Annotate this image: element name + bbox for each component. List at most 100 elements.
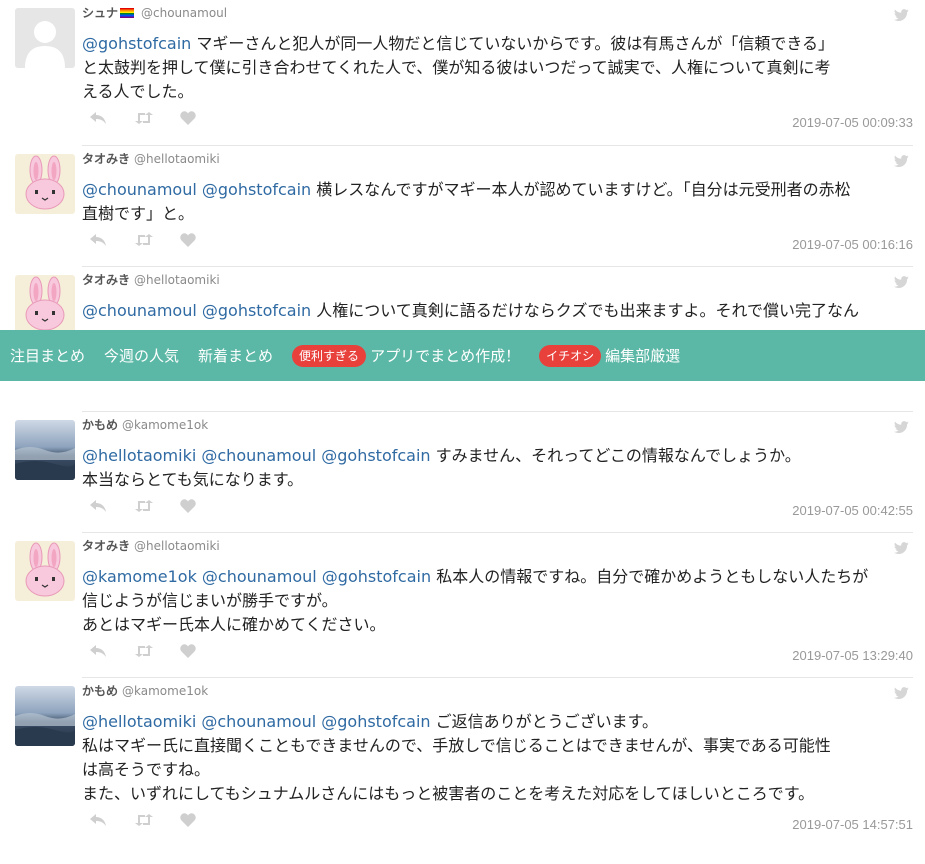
twitter-bird-icon[interactable] [893,418,909,433]
tweet-text: @chounamoul @gohstofcain 人権について真剣に語るだけなら… [82,299,917,323]
twitter-bird-icon[interactable] [893,684,909,699]
reply-icon[interactable] [90,812,135,828]
text-segment: ご返信ありがとうございます。 [430,712,659,731]
user-avatar[interactable] [15,8,75,68]
twitter-bird-icon[interactable] [893,6,909,21]
user-handle[interactable]: @kamome1ok [122,684,208,698]
like-icon[interactable] [180,643,225,659]
tweet-timestamp[interactable]: 2019-07-05 00:42:55 [792,503,913,518]
tweet-card: タオみき @hellotaomiki @chounamoul @gohstofcai… [0,146,925,267]
display-name[interactable]: タオみき [82,539,130,553]
reply-icon[interactable] [90,110,135,126]
retweet-icon[interactable] [135,110,180,126]
display-name[interactable]: シュナ [82,6,137,20]
tweet-actions [90,643,225,659]
text-segment: すみません、それってどこの情報なんでしょうか。 [430,446,801,465]
tweet-header: タオみき @hellotaomiki [82,150,220,167]
text-segment: 本当ならとても気になります。 [82,470,304,489]
tweet-text-line: 私はマギー氏に直接聞くこともできませんので、手放しで信じることはできませんが、事… [82,734,917,758]
twitter-bird-icon[interactable] [893,273,909,288]
text-segment: と太鼓判を押して僕に引き合わせてくれた人で、僕が知る彼はいつだって誠実で、人権に… [82,58,831,77]
user-avatar[interactable] [15,541,75,601]
reply-icon[interactable] [90,232,135,248]
user-handle[interactable]: @hellotaomiki [134,152,220,166]
user-avatar[interactable] [15,686,75,746]
user-avatar[interactable] [15,275,75,335]
nav-item-editor-pick[interactable]: イチオシ 編集部厳選 [539,344,681,367]
tweet-text-line: 本当ならとても気になります。 [82,468,917,492]
user-avatar[interactable] [15,154,75,214]
tweet-timestamp[interactable]: 2019-07-05 14:57:51 [792,817,913,832]
twitter-bird-icon[interactable] [893,152,909,167]
nav-item-app-create[interactable]: 便利すぎる アプリでまとめ作成！ [292,344,520,367]
rainbow-flag-icon [120,8,135,18]
nav-item-new[interactable]: 新着まとめ [198,345,273,366]
tweet-timestamp[interactable]: 2019-07-05 00:09:33 [792,115,913,130]
tweet-text-line: @kamome1ok @chounamoul @gohstofcain 私本人の… [82,565,917,589]
text-segment: える人でした。 [82,82,194,101]
nav-item-editor-pick-label: 編集部厳選 [605,347,681,365]
tweet-text-line: @hellotaomiki @chounamoul @gohstofcain ご… [82,710,917,734]
mention-link[interactable]: @chounamoul [82,180,197,199]
retweet-icon[interactable] [135,232,180,248]
tweet-actions [90,110,225,126]
twitter-bird-icon[interactable] [893,539,909,554]
text-segment: 私はマギー氏に直接聞くこともできませんので、手放しで信じることはできませんが、事… [82,736,831,755]
reply-icon[interactable] [90,643,135,659]
tweet-card: かもめ @kamome1ok @hellotaomiki @chounamoul @… [0,678,925,864]
tweet-timestamp[interactable]: 2019-07-05 13:29:40 [792,648,913,663]
tweet-header: タオみき @hellotaomiki [82,271,220,288]
tweet-card: タオみき @hellotaomiki @kamome1ok @chounamoul … [0,533,925,678]
user-handle[interactable]: @kamome1ok [122,418,208,432]
retweet-icon[interactable] [135,643,180,659]
display-name[interactable]: タオみき [82,152,130,166]
tweet-text-line: は高そうですね。 [82,758,917,782]
tweet-actions [90,498,225,514]
tweet-text-line: @hellotaomiki @chounamoul @gohstofcain す… [82,444,917,468]
reply-icon[interactable] [90,498,135,514]
display-name[interactable]: タオみき [82,273,130,287]
nav-item-weekly-popular[interactable]: 今週の人気 [104,345,179,366]
mention-link[interactable]: @kamome1ok [82,567,197,586]
tweet-text: @gohstofcain マギーさんと犯人が同一人物だと信じていないからです。彼… [82,32,917,104]
mention-link[interactable]: @gohstofcain [202,180,311,199]
mention-link[interactable]: @hellotaomiki [82,446,196,465]
user-handle[interactable]: @hellotaomiki [134,273,220,287]
mention-link[interactable]: @chounamoul [82,301,197,320]
mention-link[interactable]: @chounamoul [202,567,317,586]
tweet-text-line: @gohstofcain マギーさんと犯人が同一人物だと信じていないからです。彼… [82,32,917,56]
like-icon[interactable] [180,812,225,828]
tweet-text: @chounamoul @gohstofcain 横レスなんですがマギー本人が認… [82,178,917,226]
mention-link[interactable]: @chounamoul [201,712,316,731]
text-segment: 直樹です」と。 [82,204,195,223]
category-navbar: 注目まとめ 今週の人気 新着まとめ 便利すぎる アプリでまとめ作成！ イチオシ … [0,330,925,381]
nav-item-featured[interactable]: 注目まとめ [10,345,85,366]
text-segment: 人権について真剣に語るだけならクズでも出来ますよ。それで償い完了なん [311,301,859,320]
tweet-text-line: @chounamoul @gohstofcain 横レスなんですがマギー本人が認… [82,178,917,202]
user-handle[interactable]: @chounamoul [141,6,227,20]
like-icon[interactable] [180,110,225,126]
tweet-text-line: 信じようが信じまいが勝手ですが。 [82,589,917,613]
mention-link[interactable]: @hellotaomiki [82,712,196,731]
text-segment: また、いずれにしてもシュナムルさんにはもっと被害者のことを考えた対応をしてほしい… [82,784,815,803]
tweet-timestamp[interactable]: 2019-07-05 00:16:16 [792,237,913,252]
mention-link[interactable]: @gohstofcain [322,567,431,586]
mention-link[interactable]: @gohstofcain [82,34,191,53]
user-handle[interactable]: @hellotaomiki [134,539,220,553]
user-avatar[interactable] [15,420,75,480]
mention-link[interactable]: @gohstofcain [202,301,311,320]
like-icon[interactable] [180,498,225,514]
retweet-icon[interactable] [135,498,180,514]
tweet-actions [90,812,225,828]
like-icon[interactable] [180,232,225,248]
retweet-icon[interactable] [135,812,180,828]
mention-link[interactable]: @gohstofcain [321,712,430,731]
text-segment: 私本人の情報ですね。自分で確かめようともしない人たちが [431,567,869,586]
mention-link[interactable]: @chounamoul [201,446,316,465]
badge-convenient: 便利すぎる [292,344,367,367]
mention-link[interactable]: @gohstofcain [321,446,430,465]
badge-recommended: イチオシ [539,344,602,367]
display-name[interactable]: かもめ [82,418,118,432]
display-name[interactable]: かもめ [82,684,118,698]
tweet-header: シュナ @chounamoul [82,4,227,21]
